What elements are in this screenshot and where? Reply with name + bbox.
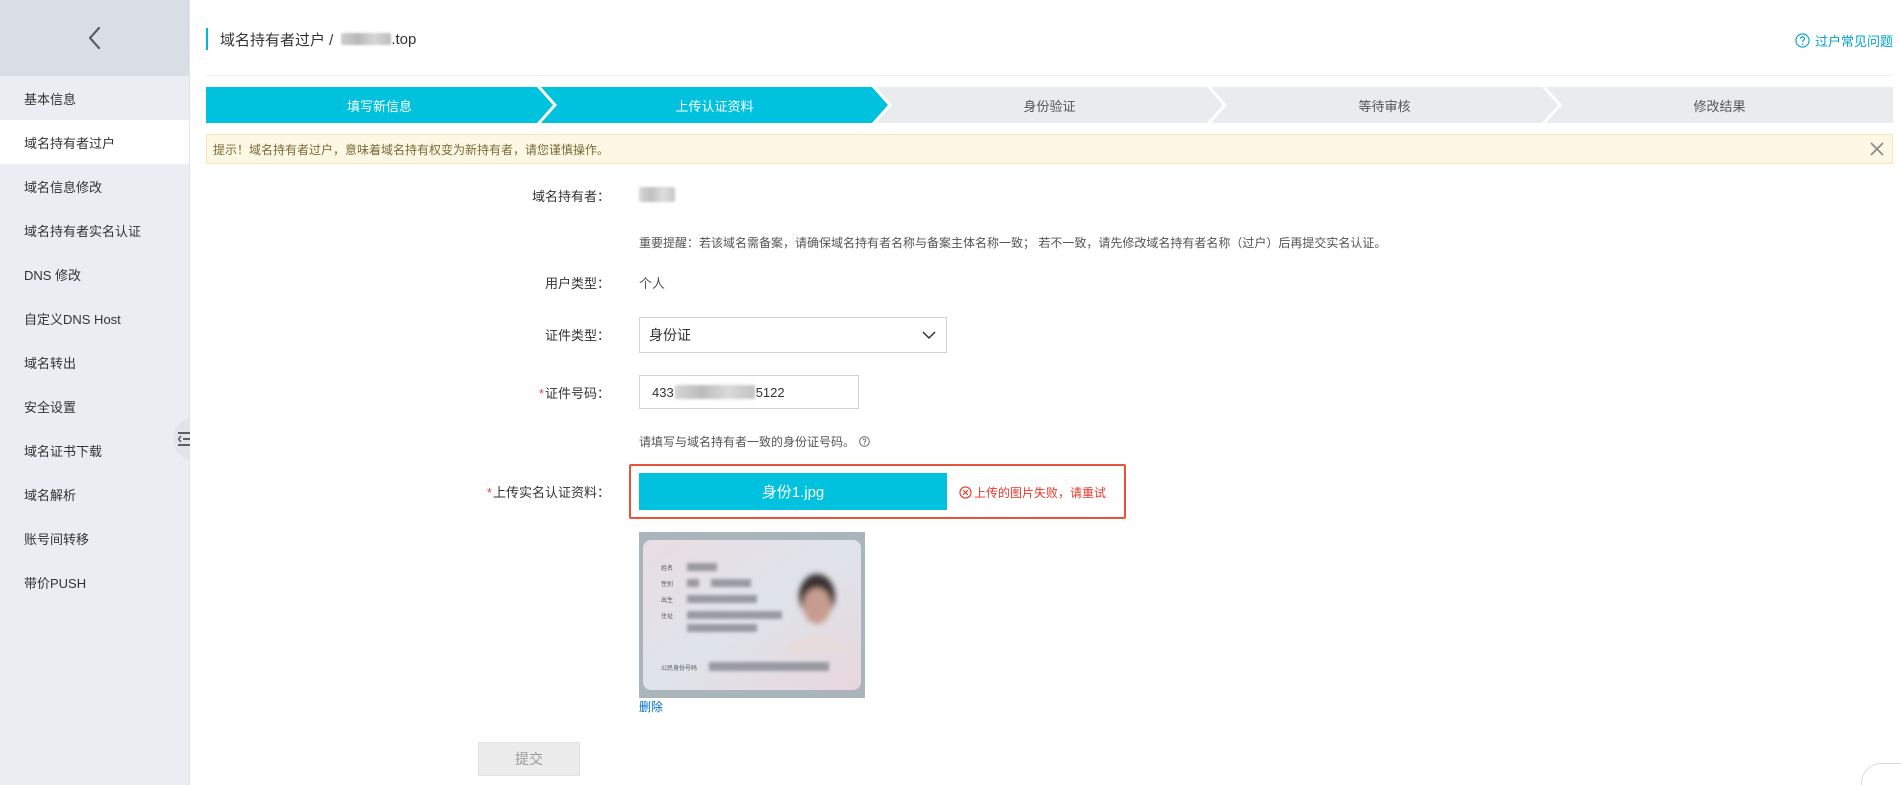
cert-number-input[interactable]: 433 5122 [639,375,859,409]
faq-link[interactable]: 过户常见问题 [1795,31,1893,50]
reminder-text: 重要提醒：若该域名需备案，请确保域名持有者名称与备案主体名称一致； 若不一致，请… [639,236,1387,250]
cert-hint-text: 请填写与域名持有者一致的身份证号码。 [639,435,856,449]
sidebar-item-label: 自定义DNS Host [24,311,121,327]
cert-number-prefix: 433 [652,384,674,400]
upload-file-button[interactable]: 身份1.jpg [639,473,947,510]
domain-suffix: .top [391,30,417,48]
close-icon[interactable] [1868,140,1886,161]
faq-label: 过户常见问题 [1814,34,1893,49]
breadcrumb: 域名持有者过户 / .top [206,28,416,50]
progress-steps: 填写新信息 上传认证资料 身份验证 等待审核 修改结果 [206,87,1893,123]
required-mark: * [538,386,544,401]
cert-hint: 请填写与域名持有者一致的身份证号码。 [639,433,870,450]
required-mark: * [486,485,492,500]
sidebar-item-label: 基本信息 [24,91,77,107]
upload-label: *上传实名认证资料： [190,482,610,501]
redacted-holder-name [639,187,675,202]
cert-number-suffix: 5122 [755,384,785,400]
step-label: 修改结果 [1693,98,1746,114]
chevron-down-icon [922,331,936,340]
cert-number-label-text: 证件号码： [544,386,610,401]
sidebar: 基本信息 域名持有者过户 域名信息修改 域名持有者实名认证 DNS 修改 自定义… [0,0,190,785]
back-button[interactable] [0,0,189,76]
step-fill-new-info: 填写新信息 [206,87,553,123]
submit-button[interactable]: 提交 [478,742,580,776]
cert-type-label: 证件类型： [544,328,610,343]
sidebar-item-label: 域名转出 [24,355,77,371]
step-label: 上传认证资料 [675,98,754,114]
sidebar-item-label: 账号间转移 [24,531,90,547]
sidebar-item-cert-download[interactable]: 域名证书下载 [0,428,189,472]
sidebar-menu: 基本信息 域名持有者过户 域名信息修改 域名持有者实名认证 DNS 修改 自定义… [0,76,189,604]
notice-banner: 提示！域名持有者过户，意味着域名持有权变为新持有者，请您谨慎操作。 [206,134,1893,164]
sidebar-item-label: DNS 修改 [24,267,82,283]
id-card-address-label: 住址 [661,612,673,620]
cert-type-select[interactable]: 身份证 [639,317,947,353]
delete-image-link[interactable]: 删除 [639,698,663,715]
user-type-value: 个人 [639,276,666,291]
step-label: 填写新信息 [346,98,412,114]
sidebar-item-label: 域名证书下载 [24,443,103,459]
holder-label: 域名持有者： [531,189,610,204]
upload-label-text: 上传实名认证资料： [492,485,610,500]
sidebar-item-holder-transfer[interactable]: 域名持有者过户 [0,120,189,164]
sidebar-item-label: 安全设置 [24,399,77,415]
menu-collapse-icon [178,432,190,446]
sidebar-item-label: 域名解析 [24,487,77,503]
chevron-left-icon [88,26,100,50]
sidebar-item-custom-dns-host[interactable]: 自定义DNS Host [0,296,189,340]
id-card-preview-image: 姓名 性别 出生 住址 公民身份号码 [639,532,865,698]
help-circle-icon [1795,33,1810,48]
header-divider [206,75,1893,76]
id-card-name-label: 姓名 [661,564,673,572]
sidebar-item-basic-info[interactable]: 基本信息 [0,76,189,120]
sidebar-item-label: 域名持有者实名认证 [24,223,142,239]
chat-icon[interactable] [1861,763,1901,785]
id-card-gender-label: 性别 [661,580,673,588]
id-card-birth-label: 出生 [661,596,673,604]
step-await-review: 等待审核 [1211,87,1558,123]
step-label: 等待审核 [1358,98,1411,114]
upload-error-text: 上传的图片失败，请重试 [974,486,1107,500]
notice-text: 提示！域名持有者过户，意味着域名持有权变为新持有者，请您谨慎操作。 [213,142,610,157]
id-card-number-label: 公民身份号码 [661,664,697,672]
sidebar-item-info-modify[interactable]: 域名信息修改 [0,164,189,208]
upload-error-message: 上传的图片失败，请重试 [959,484,1106,501]
help-circle-icon[interactable] [859,436,870,447]
step-upload-docs: 上传认证资料 [541,87,888,123]
redacted-domain-name [341,33,392,45]
sidebar-item-label: 域名持有者过户 [24,135,116,151]
redacted-cert-digits [674,385,755,399]
sidebar-item-label: 带价PUSH [24,575,87,591]
sidebar-item-transfer-out[interactable]: 域名转出 [0,340,189,384]
user-type-label: 用户类型： [544,276,610,291]
sidebar-item-dns-resolve[interactable]: 域名解析 [0,472,189,516]
main-content: 域名持有者过户 / .top 过户常见问题 填写新信息 上传认证资料 身份验证 … [190,0,1901,785]
error-circle-icon [959,486,972,499]
step-result: 修改结果 [1546,87,1893,123]
sidebar-item-security[interactable]: 安全设置 [0,384,189,428]
step-label: 身份验证 [1023,98,1076,114]
cert-number-label: *证件号码： [190,383,610,402]
step-identity-verify: 身份验证 [876,87,1223,123]
cert-type-value: 身份证 [649,327,691,343]
sidebar-item-dns-modify[interactable]: DNS 修改 [0,252,189,296]
sidebar-item-label: 域名信息修改 [24,179,103,195]
sidebar-item-account-transfer[interactable]: 账号间转移 [0,516,189,560]
sidebar-item-price-push[interactable]: 带价PUSH [0,560,189,604]
sidebar-item-real-name[interactable]: 域名持有者实名认证 [0,208,189,252]
breadcrumb-title: 域名持有者过户 / [220,31,334,49]
